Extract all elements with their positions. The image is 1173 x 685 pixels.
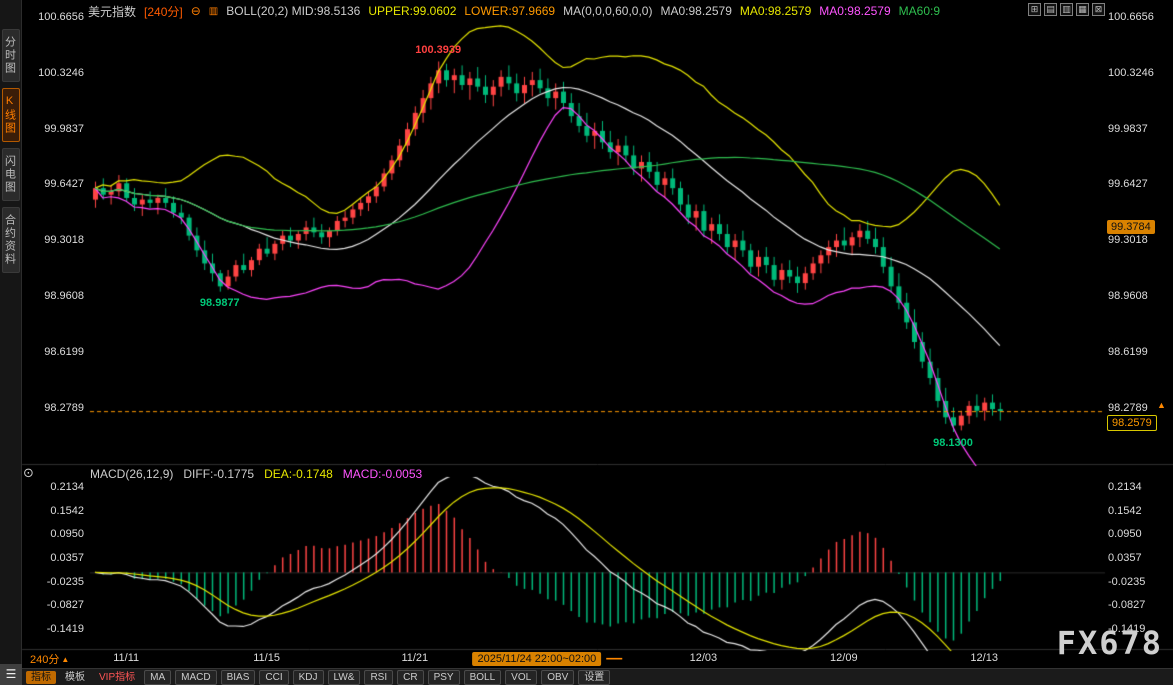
period-badge: [240分] xyxy=(144,3,183,20)
selected-time-box: 2025/11/24 22:00~02:00 — xyxy=(473,650,623,668)
footer-tab-indicators[interactable]: 指标 xyxy=(26,671,56,684)
macd-dea-value: DEA:-0.1748 xyxy=(264,467,333,481)
footer-btn-boll[interactable]: BOLL xyxy=(464,670,502,685)
caret-up-icon: ▲ xyxy=(61,655,69,664)
footer-btn-macd[interactable]: MACD xyxy=(175,670,216,685)
macd-params: MACD(26,12,9) xyxy=(90,467,173,481)
price-tag-secondary: 99.3784 xyxy=(1107,220,1155,234)
window-controls: ⊞▤▥▦⊠ xyxy=(1028,3,1105,16)
footer-tab-vip-indicators[interactable]: VIP指标 xyxy=(94,671,140,684)
hamburger-menu-icon[interactable]: ☰ xyxy=(0,664,22,685)
sidebar-tab-kline-chart[interactable]: K线图 xyxy=(2,88,20,142)
trading-app: 100.6656100.6656100.3246100.324699.98379… xyxy=(0,0,1173,685)
layout-grid-icon[interactable]: ⊞ xyxy=(1028,3,1041,16)
footer-btn-obv[interactable]: OBV xyxy=(541,670,574,685)
collapse-indicators-icon[interactable]: ⊖ xyxy=(191,4,201,18)
layout-columns-icon[interactable]: ▥ xyxy=(1060,3,1073,16)
footer-btn-rsi[interactable]: RSI xyxy=(364,670,393,685)
footer-btn-lwr[interactable]: LW& xyxy=(328,670,361,685)
ma0-value-1: MA0:98.2579 xyxy=(660,4,731,18)
macd-macd-value: MACD:-0.0053 xyxy=(343,467,422,481)
period-label: 240分 xyxy=(30,651,59,667)
ma60-value: MA60:9 xyxy=(899,4,940,18)
layout-rows-icon[interactable]: ▤ xyxy=(1044,3,1057,16)
layout-tiles-icon[interactable]: ▦ xyxy=(1076,3,1089,16)
macd-header: MACD(26,12,9) DIFF:-0.1775 DEA:-0.1748 M… xyxy=(90,467,422,481)
selected-time-label: 2025/11/24 22:00~02:00 xyxy=(473,652,602,666)
candlestick-indicator-icon: ▥ xyxy=(209,6,218,17)
bottom-toolbar: 指标模板 VIP指标 MA MACD BIASCCI KDJ LW&RSI CR PSY BOLL… xyxy=(26,669,1173,685)
period-indicator[interactable]: 240分 ▲ xyxy=(30,651,69,667)
footer-btn-vol[interactable]: VOL xyxy=(505,670,537,685)
sidebar-tab-time-chart[interactable]: 分时图 xyxy=(2,29,20,82)
footer-btn-kdj[interactable]: KDJ xyxy=(293,670,324,685)
boll-upper-value: UPPER:99.0602 xyxy=(368,4,456,18)
footer-btn-ma[interactable]: MA xyxy=(144,670,171,685)
cursor-dash-icon: — xyxy=(606,650,622,668)
watermark: FX678 xyxy=(1057,624,1163,662)
footer-btn-bias[interactable]: BIAS xyxy=(221,670,256,685)
boll-lower-value: LOWER:97.9669 xyxy=(464,4,555,18)
price-arrow-icon: ▲ xyxy=(1157,400,1166,410)
ma0-value-2: MA0:98.2579 xyxy=(740,4,811,18)
footer-tab-templates[interactable]: 模板 xyxy=(60,671,90,684)
chart-header: 美元指数 [240分] ⊖ ▥ BOLL(20,2) MID:98.5136 U… xyxy=(88,0,940,22)
sidebar-tab-tick-chart[interactable]: 闪电图 xyxy=(2,148,20,201)
footer-btn-cr[interactable]: CR xyxy=(397,670,423,685)
close-chart-icon[interactable]: ⊠ xyxy=(1092,3,1105,16)
footer-btn-psy[interactable]: PSY xyxy=(428,670,460,685)
price-chart-canvas[interactable] xyxy=(0,0,1173,685)
footer-btn-cci[interactable]: CCI xyxy=(259,670,288,685)
macd-collapse-icon[interactable]: ⊙ xyxy=(23,465,34,481)
footer-btn-settings[interactable]: 设置 xyxy=(578,670,610,685)
boll-values: BOLL(20,2) MID:98.5136 xyxy=(226,4,360,18)
macd-diff-value: DIFF:-0.1775 xyxy=(183,467,254,481)
sidebar-tab-contract-info[interactable]: 合约资料 xyxy=(2,207,20,273)
ma0-value-3: MA0:98.2579 xyxy=(819,4,890,18)
left-sidebar: 分时图 K线图闪电图合约资料 xyxy=(0,0,22,685)
price-tag-current: 98.2579 xyxy=(1107,415,1157,431)
symbol-title: 美元指数 xyxy=(88,3,136,20)
ma-params: MA(0,0,0,60,0,0) xyxy=(563,4,652,18)
